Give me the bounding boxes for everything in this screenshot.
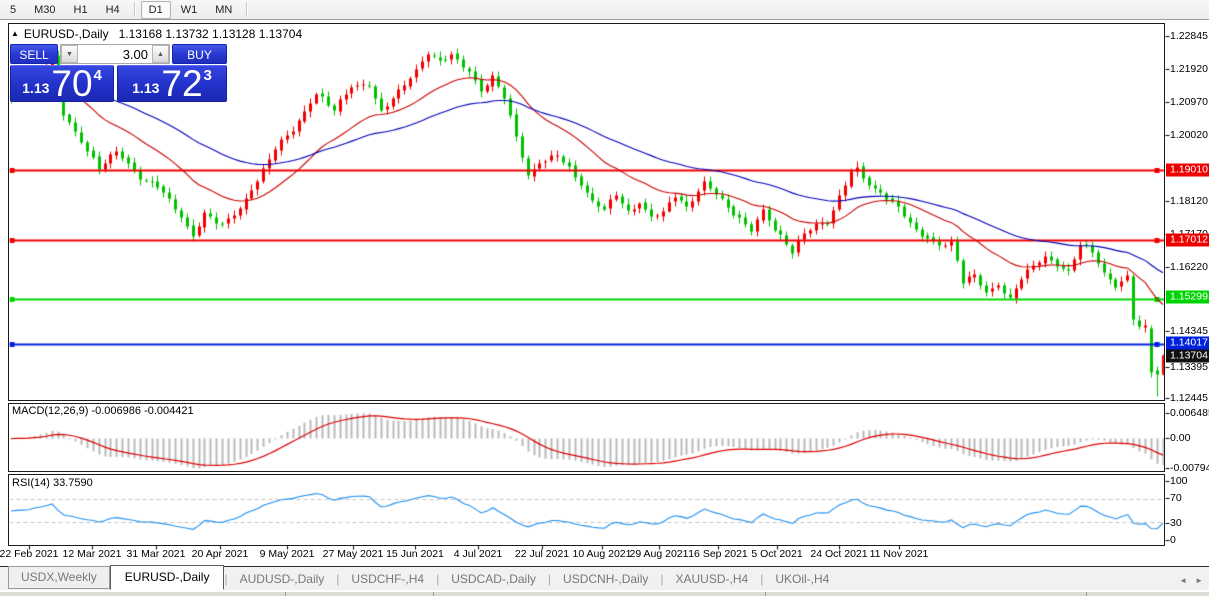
date-axis-label: 24 Oct 2021 — [810, 548, 867, 560]
chart-ohlc-values: 1.13168 1.13732 1.13128 1.13704 — [119, 27, 303, 41]
strip-separator — [1086, 592, 1087, 596]
price-tick-label: 1.13395 — [1170, 361, 1208, 373]
macd-tick-label: -0.007947 — [1170, 462, 1209, 474]
price-tick-label: 1.20970 — [1170, 96, 1208, 108]
chart-symbol-label: EURUSD-,Daily — [24, 27, 109, 41]
sell-button[interactable]: SELL — [10, 44, 58, 64]
chart-tab-eurusd-daily[interactable]: EURUSD-,Daily — [110, 565, 225, 590]
date-axis-label: 29 Aug 2021 — [630, 548, 689, 560]
rsi-tick-label: 30 — [1170, 517, 1182, 529]
price-tick-label: 1.12445 — [1170, 392, 1208, 404]
rsi-tick-label: 0 — [1170, 534, 1176, 546]
current-price-badge: 1.13704 — [1166, 350, 1209, 363]
volume-stepper: ▼ ▲ — [60, 44, 170, 64]
chart-tab-bar: USDX,WeeklyEURUSD-,Daily|AUDUSD-,Daily|U… — [0, 566, 1209, 590]
buy-price-prefix: 1.13 — [132, 80, 159, 96]
trade-controls-row: SELL ▼ ▲ BUY — [10, 44, 227, 64]
sell-price-prefix: 1.13 — [22, 80, 49, 96]
date-axis-label: 15 Jun 2021 — [386, 548, 444, 560]
chart-tab-ukoil-h4[interactable]: UKOil-,H4 — [763, 569, 841, 590]
macd-indicator-label: MACD(12,26,9) -0.006986 -0.004421 — [12, 405, 194, 417]
date-axis-label: 9 May 2021 — [260, 548, 315, 560]
level-price-badge[interactable]: 1.15299 — [1166, 291, 1209, 304]
tab-scroll-right-icon[interactable]: ► — [1195, 576, 1203, 585]
buy-price-pip: 3 — [204, 67, 212, 84]
price-tick-label: 1.22845 — [1170, 30, 1208, 42]
one-click-trading-panel: SELL ▼ ▲ BUY 1.13 70 4 1.13 72 3 — [10, 44, 227, 102]
rsi-tick-label: 70 — [1170, 492, 1182, 504]
date-axis-label: 5 Oct 2021 — [751, 548, 802, 560]
buy-price-main: 72 — [161, 69, 202, 99]
volume-input[interactable] — [78, 45, 152, 63]
date-axis-label: 27 May 2021 — [323, 548, 384, 560]
price-tick-label: 1.20020 — [1170, 129, 1208, 141]
tab-scroll-left-icon[interactable]: ◄ — [1179, 576, 1187, 585]
macd-tick-label: 0.00 — [1170, 432, 1190, 444]
date-axis-label: 22 Jul 2021 — [515, 548, 569, 560]
macd-tick-label: 0.006485 — [1170, 407, 1209, 419]
sell-price-quote[interactable]: 1.13 70 4 — [10, 65, 114, 102]
rsi-tick-label: 100 — [1170, 475, 1188, 487]
buy-price-quote[interactable]: 1.13 72 3 — [117, 65, 227, 102]
level-price-badge[interactable]: 1.19010 — [1166, 164, 1209, 177]
price-tick-label: 1.18120 — [1170, 195, 1208, 207]
chart-tab-usdchf-h4[interactable]: USDCHF-,H4 — [339, 569, 436, 590]
strip-separator — [765, 592, 766, 596]
price-tick-label: 1.14345 — [1170, 325, 1208, 337]
date-axis-label: 16 Sep 2021 — [688, 548, 748, 560]
collapse-triangle-icon: ▲ — [11, 29, 19, 38]
rsi-indicator-label: RSI(14) 33.7590 — [12, 477, 93, 489]
chart-tab-xauusd-h4[interactable]: XAUUSD-,H4 — [664, 569, 761, 590]
volume-decrease-button[interactable]: ▼ — [61, 45, 78, 63]
bottom-status-strip — [0, 591, 1209, 596]
price-tick-label: 1.21920 — [1170, 63, 1208, 75]
date-axis-label: 12 Mar 2021 — [63, 548, 122, 560]
strip-separator — [285, 592, 286, 596]
chart-tab-audusd-daily[interactable]: AUDUSD-,Daily — [228, 569, 337, 590]
date-axis-label: 20 Apr 2021 — [192, 548, 249, 560]
date-axis-label: 31 Mar 2021 — [127, 548, 186, 560]
date-axis-label: 4 Jul 2021 — [454, 548, 502, 560]
date-axis-label: 22 Feb 2021 — [0, 548, 58, 560]
terminal-window: 5M30H1H4D1W1MN ▲ EURUSD-,Daily 1.13168 1… — [0, 0, 1209, 596]
chart-title: ▲ EURUSD-,Daily 1.13168 1.13732 1.13128 … — [11, 27, 302, 41]
sell-price-main: 70 — [51, 69, 92, 99]
date-axis-label: 11 Nov 2021 — [870, 548, 929, 560]
level-price-badge[interactable]: 1.14017 — [1166, 337, 1209, 350]
sell-price-pip: 4 — [94, 67, 102, 84]
chart-tab-usdcad-daily[interactable]: USDCAD-,Daily — [439, 569, 548, 590]
chart-tab-usdcnh-daily[interactable]: USDCNH-,Daily — [551, 569, 660, 590]
chart-tab-usdx-weekly[interactable]: USDX,Weekly — [8, 566, 110, 589]
date-axis-label: 10 Aug 2021 — [573, 548, 632, 560]
buy-button[interactable]: BUY — [172, 44, 227, 64]
trade-quotes-row: 1.13 70 4 1.13 72 3 — [10, 65, 227, 102]
volume-increase-button[interactable]: ▲ — [152, 45, 169, 63]
level-price-badge[interactable]: 1.17012 — [1166, 234, 1209, 247]
tab-pager: ◄► — [1179, 576, 1203, 585]
strip-separator — [433, 592, 434, 596]
price-tick-label: 1.16220 — [1170, 261, 1208, 273]
